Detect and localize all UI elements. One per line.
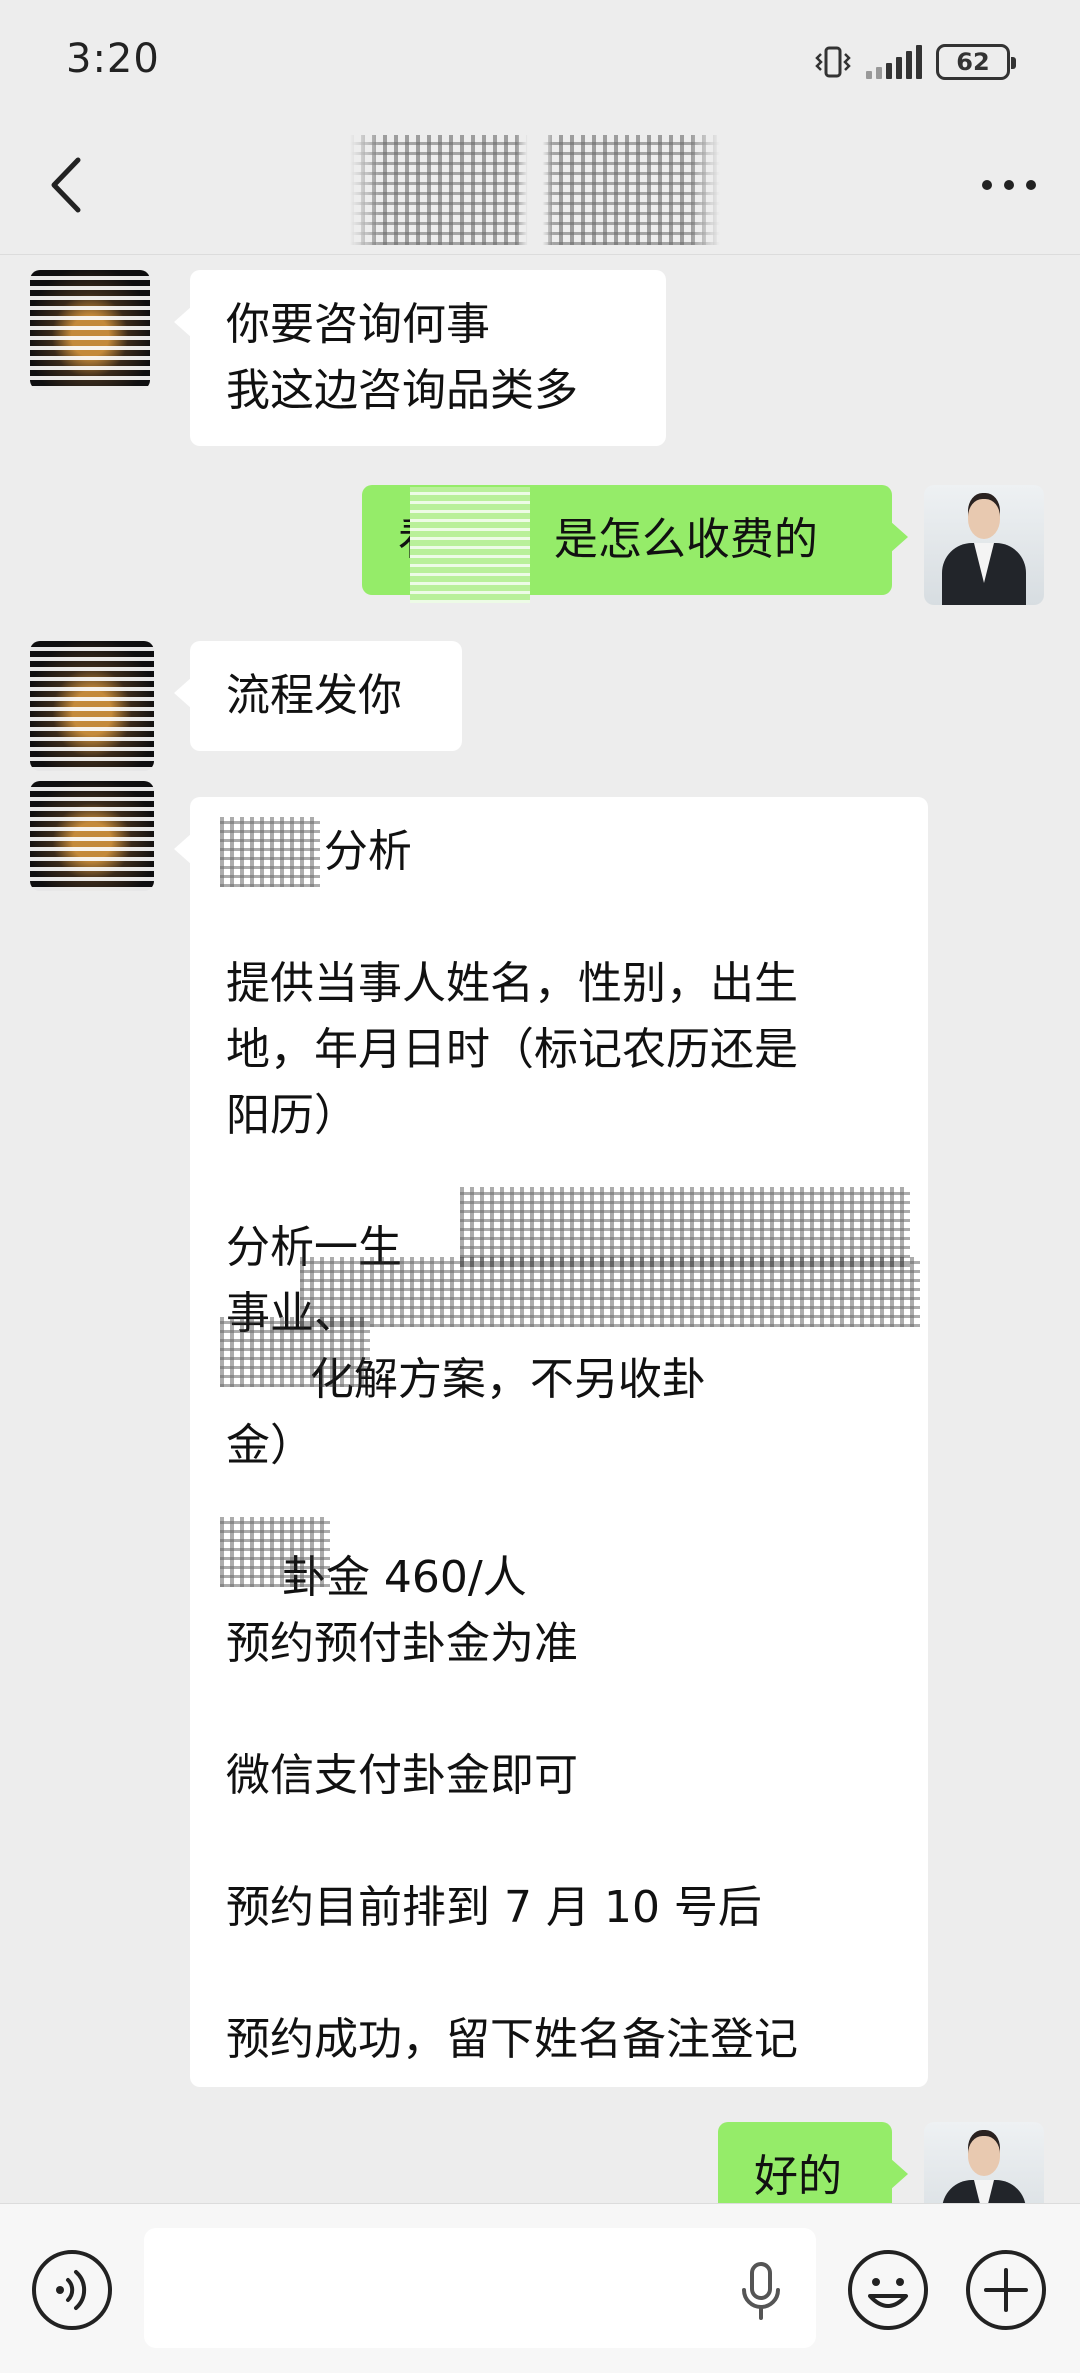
message-bubble[interactable]: 分析 提供当事人姓名，性别，出生 地，年月日时（标记农历还是 阳历） 分析一生 …: [174, 797, 928, 2087]
message-line: 我这边咨询品类多: [226, 365, 578, 416]
message-bubble[interactable]: 看 是怎么收费的: [362, 485, 908, 603]
message-input[interactable]: [144, 2228, 816, 2348]
back-button[interactable]: [36, 150, 96, 220]
avatar[interactable]: [924, 2122, 1044, 2203]
message-line: 微信支付卦金即可: [226, 1750, 578, 1801]
redaction-mask: [220, 1317, 370, 1387]
message-line: 流程发你: [226, 670, 402, 721]
redaction-mask: [460, 1187, 910, 1267]
message-bubble[interactable]: 你要咨询何事 我这边咨询品类多: [174, 270, 666, 446]
message-line: 金）: [226, 1420, 314, 1471]
avatar-figure: [968, 499, 1000, 539]
voice-icon: [32, 2250, 112, 2330]
avatar[interactable]: [924, 485, 1044, 605]
chevron-left-icon: [51, 157, 81, 213]
message-bubble[interactable]: 流程发你: [174, 641, 462, 751]
more-button[interactable]: [974, 160, 1044, 210]
emoji-button[interactable]: [846, 2248, 930, 2332]
input-bar: [0, 2203, 1080, 2373]
plus-icon: [966, 2250, 1046, 2330]
status-time: 3:20: [66, 36, 160, 82]
vibrate-icon: [815, 46, 851, 78]
redaction-mask: [410, 487, 530, 603]
redaction-mask: [220, 1517, 330, 1587]
chat-title-redacted: [350, 135, 720, 245]
signal-icon: [866, 45, 922, 79]
message-line: 地，年月日时（标记农历还是: [226, 1024, 798, 1075]
redaction-mask: [300, 1257, 920, 1327]
message-line: [226, 1809, 892, 1875]
smiley-icon: [848, 2250, 928, 2330]
chat-messages[interactable]: 你要咨询何事 我这边咨询品类多 看 是怎么收费的 流程发你 分析 提供当事人姓名…: [0, 256, 1080, 2203]
avatar[interactable]: [30, 781, 154, 891]
message-line: 你要咨询何事: [226, 299, 490, 350]
battery-icon: 62: [936, 44, 1016, 80]
avatar[interactable]: [30, 641, 154, 771]
message-line: 分析: [323, 826, 412, 877]
message-bubble[interactable]: 好的: [718, 2122, 908, 2203]
message-line: 提供当事人姓名，性别，出生: [226, 958, 798, 1009]
status-icons: 62: [814, 42, 1016, 82]
message-line: 好的: [754, 2151, 842, 2202]
microphone-button[interactable]: [736, 2260, 786, 2322]
voice-button[interactable]: [30, 2248, 114, 2332]
avatar[interactable]: [30, 270, 150, 390]
message-line: [226, 1941, 892, 2007]
avatar-figure: [968, 2136, 1000, 2176]
microphone-icon: [742, 2262, 780, 2320]
message-line: 预约目前排到 7 月 10 号后: [226, 1882, 762, 1933]
message-line: 预约预付卦金为准: [226, 1618, 578, 1669]
more-functions-button[interactable]: [964, 2248, 1048, 2332]
status-bar: 3:20 62: [0, 0, 1080, 120]
chat-header: [0, 120, 1080, 255]
redaction-mask: [220, 817, 320, 887]
battery-level: 62: [956, 48, 990, 76]
message-line: [226, 885, 892, 951]
message-line: [226, 1677, 892, 1743]
message-line: 预约成功，留下姓名备注登记: [226, 2014, 798, 2065]
message-line: 阳历）: [226, 1090, 358, 1141]
more-dots-icon: [982, 180, 1036, 190]
